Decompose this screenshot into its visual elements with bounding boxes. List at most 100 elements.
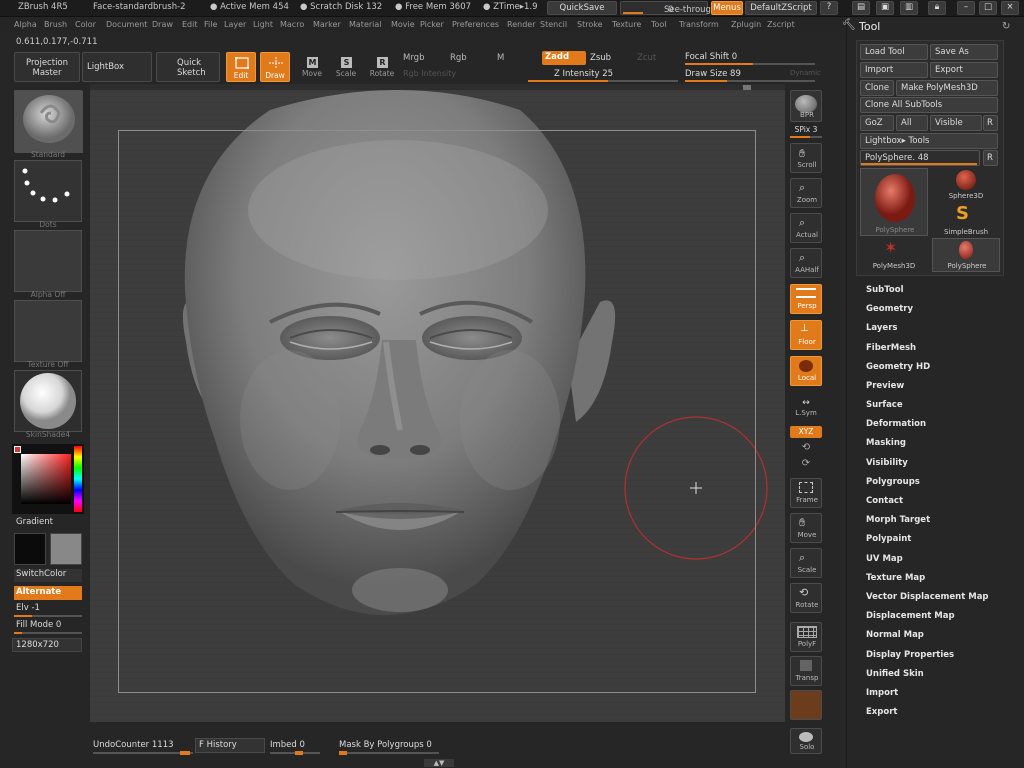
move-view-button[interactable]: ✋︎ Move — [790, 513, 822, 543]
menu-stroke[interactable]: Stroke — [577, 20, 603, 29]
switchcolor-button[interactable]: SwitchColor — [14, 569, 82, 582]
menu-brush[interactable]: Brush — [44, 20, 67, 29]
export-button[interactable]: Export — [930, 62, 998, 78]
quicksave-button[interactable]: QuickSave — [547, 1, 617, 15]
zadd-button[interactable]: Zadd — [542, 51, 586, 65]
menu-zscript[interactable]: Zscript — [767, 20, 795, 29]
lsym-button[interactable]: L.Sym — [788, 409, 824, 417]
ghost-button[interactable] — [790, 690, 822, 720]
menu-geometry-hd[interactable]: Geometry HD — [866, 362, 930, 372]
alternate-button[interactable]: Alternate — [14, 586, 82, 600]
polysphere-slider[interactable]: PolySphere. 48 — [860, 150, 980, 166]
material-thumbnail[interactable] — [14, 370, 82, 432]
tool-thumb-sphere3d[interactable]: Sphere3D — [934, 168, 998, 202]
clone-all-subtools-button[interactable]: Clone All SubTools — [860, 97, 998, 113]
menu-render[interactable]: Render — [507, 20, 535, 29]
menu-morph-target[interactable]: Morph Target — [866, 515, 930, 525]
stroke-thumbnail[interactable] — [14, 160, 82, 222]
menu-light[interactable]: Light — [253, 20, 273, 29]
document-size-button[interactable]: 1280x720 — [12, 638, 82, 652]
menu-picker[interactable]: Picker — [420, 20, 444, 29]
close-icon[interactable]: × — [1001, 1, 1019, 15]
texture-thumbnail[interactable] — [14, 300, 82, 362]
menu-color[interactable]: Color — [75, 20, 96, 29]
rotate-z-icon[interactable]: ⟳ — [788, 458, 824, 469]
projection-master-button[interactable]: Projection Master — [14, 52, 80, 82]
elv-slider[interactable]: Elv -1 — [16, 603, 40, 613]
menu-import[interactable]: Import — [866, 688, 898, 698]
clone-button[interactable]: Clone — [860, 80, 894, 96]
mask-by-polygroups-slider[interactable]: Mask By Polygroups 0 — [339, 740, 432, 750]
menu-preview[interactable]: Preview — [866, 381, 904, 391]
rotate-view-button[interactable]: ⟲ Rotate — [790, 583, 822, 613]
menus-button[interactable]: Menus — [711, 1, 743, 15]
all-button[interactable]: All — [896, 115, 928, 131]
menu-material[interactable]: Material — [349, 20, 382, 29]
draw-size-slider[interactable]: Draw Size 89 — [685, 69, 741, 79]
draw-button[interactable]: Draw — [260, 52, 290, 82]
color-square[interactable] — [21, 454, 71, 504]
menu-export[interactable]: Export — [866, 707, 897, 717]
rgb-intensity-slider[interactable]: Rgb Intensity — [403, 69, 456, 78]
menu-uv-map[interactable]: UV Map — [866, 554, 903, 564]
menu-texture[interactable]: Texture — [612, 20, 641, 29]
maximize-icon[interactable]: □ — [979, 1, 997, 15]
menu-displacement-map[interactable]: Displacement Map — [866, 611, 955, 621]
zcut-button[interactable]: Zcut — [637, 53, 656, 63]
main-color-swatch[interactable] — [14, 533, 46, 565]
alpha-thumbnail[interactable] — [14, 230, 82, 292]
focal-shift-slider[interactable]: Focal Shift 0 — [685, 52, 737, 62]
persp-button[interactable]: Persp — [790, 284, 822, 314]
move-button[interactable]: M Move — [298, 55, 326, 81]
help-icon[interactable]: ? — [820, 1, 838, 15]
goz-r-button[interactable]: R — [983, 115, 998, 131]
polyf-button[interactable]: PolyF — [790, 622, 822, 652]
menu-macro[interactable]: Macro — [280, 20, 304, 29]
history-button[interactable]: F History — [195, 738, 265, 753]
local-button[interactable]: Local — [790, 356, 822, 386]
menu-movie[interactable]: Movie — [391, 20, 415, 29]
menu-transform[interactable]: Transform — [679, 20, 719, 29]
tool-thumb-polysphere[interactable]: PolySphere — [932, 238, 1000, 272]
menu-alpha[interactable]: Alpha — [14, 20, 37, 29]
gradient-button[interactable]: Gradient — [16, 517, 53, 527]
load-tool-button[interactable]: Load Tool — [860, 44, 928, 60]
menu-unified-skin[interactable]: Unified Skin — [866, 669, 924, 679]
menu-preferences[interactable]: Preferences — [452, 20, 499, 29]
menu-normal-map[interactable]: Normal Map — [866, 630, 924, 640]
edit-button[interactable]: Edit — [226, 52, 256, 82]
solo-button[interactable]: Solo — [790, 728, 822, 754]
menu-stencil[interactable]: Stencil — [540, 20, 567, 29]
menu-display-properties[interactable]: Display Properties — [866, 650, 954, 660]
menu-masking[interactable]: Masking — [866, 438, 906, 448]
tool-thumb-simplebrush[interactable]: S SimpleBrush — [934, 203, 998, 237]
menu-fibermesh[interactable]: FiberMesh — [866, 343, 916, 353]
menu-geometry[interactable]: Geometry — [866, 304, 913, 314]
default-zscript-button[interactable]: DefaultZScript — [745, 1, 817, 15]
rotate-button[interactable]: R Rotate — [366, 55, 398, 81]
xyz-button[interactable]: XYZ — [790, 426, 822, 438]
tool-thumb-polysphere-main[interactable]: PolySphere — [860, 168, 928, 236]
fill-mode-slider[interactable]: Fill Mode 0 — [16, 620, 61, 630]
scroll-button[interactable]: ✋︎ Scroll — [790, 143, 822, 173]
m-button[interactable]: M — [497, 53, 504, 63]
hue-strip[interactable] — [74, 446, 82, 512]
lightbox-button[interactable]: LightBox — [82, 52, 152, 82]
menu-layer[interactable]: Layer — [224, 20, 246, 29]
menu-surface[interactable]: Surface — [866, 400, 903, 410]
menu-deformation[interactable]: Deformation — [866, 419, 926, 429]
bpr-button[interactable]: BPR — [790, 90, 822, 122]
frame-button[interactable]: Frame — [790, 478, 822, 508]
seethrough-slider[interactable]: See-through 0 — [620, 1, 716, 15]
z-intensity-slider[interactable]: Z Intensity 25 — [554, 69, 613, 79]
transp-button[interactable]: Transp — [790, 656, 822, 686]
scale-button[interactable]: S Scale — [332, 55, 360, 81]
aahalf-button[interactable]: ⌕ AAHalf — [790, 248, 822, 278]
layout-icon[interactable]: ▤ — [852, 1, 870, 15]
secondary-color-swatch[interactable] — [50, 533, 82, 565]
menu-texture-map[interactable]: Texture Map — [866, 573, 925, 583]
import-button[interactable]: Import — [860, 62, 928, 78]
floor-button[interactable]: ⊥ Floor — [790, 320, 822, 350]
tool-thumb-polymesh3d[interactable]: ✶ PolyMesh3D — [860, 238, 928, 272]
lightbox-tools-button[interactable]: Lightbox▸ Tools — [860, 133, 998, 149]
